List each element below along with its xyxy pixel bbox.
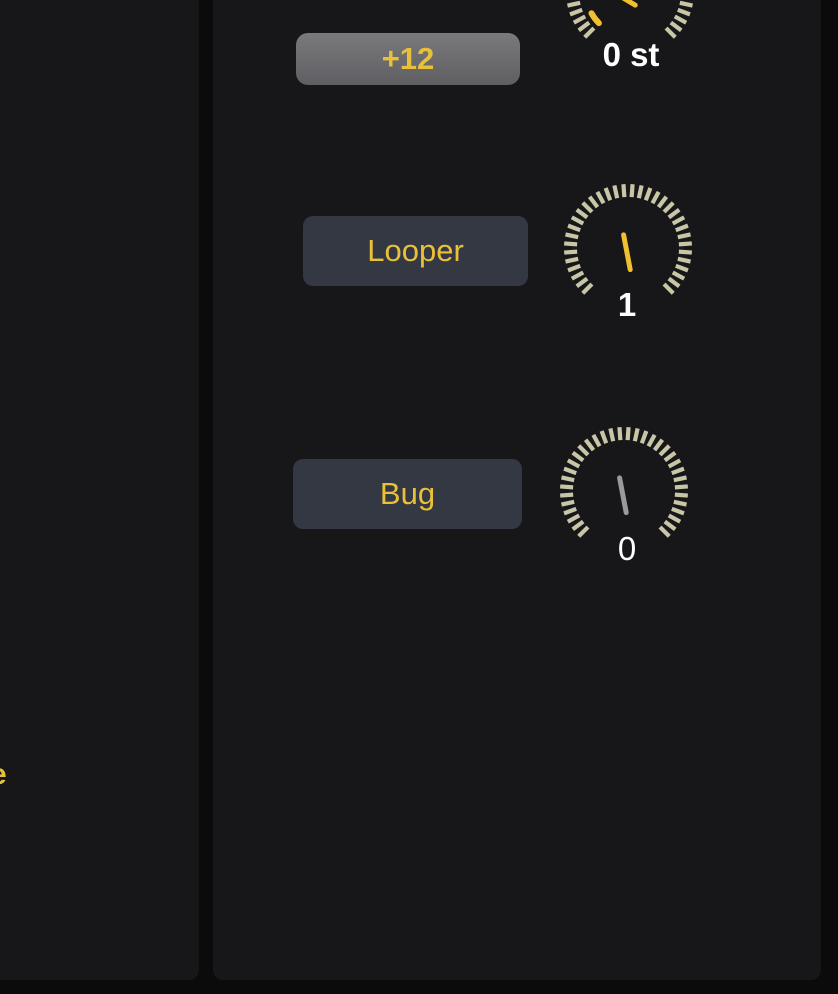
knob-tick <box>671 215 686 226</box>
knob-tick <box>571 450 585 463</box>
knob-tick <box>561 475 575 483</box>
knob-tick <box>679 0 693 8</box>
knob-tick <box>671 506 685 516</box>
knob-tick <box>643 187 653 201</box>
knob-tick <box>569 7 583 17</box>
knob-tick <box>572 14 587 25</box>
knob-tick <box>662 201 675 214</box>
knob-tick <box>673 475 687 483</box>
knob-tick <box>575 207 589 220</box>
knob-tick <box>646 433 657 448</box>
bug-value: 0 <box>617 530 637 567</box>
knob-tick <box>667 207 681 220</box>
looper-value: 1 <box>617 286 637 323</box>
knob-tick <box>612 185 620 199</box>
knob-tick <box>560 484 574 490</box>
knob-tick <box>577 444 590 457</box>
knob-tick <box>678 241 692 247</box>
knob-tick <box>595 190 606 205</box>
knob-tick <box>567 223 581 233</box>
knob-tick <box>673 499 687 507</box>
knob-tick <box>671 466 685 476</box>
knob-tick <box>673 14 688 25</box>
knob-tick <box>669 20 683 33</box>
pitch-value: 0 st <box>602 36 660 73</box>
knob-tick <box>599 430 609 444</box>
knob-tick <box>671 270 686 281</box>
knob-tick <box>667 513 682 524</box>
knob-tick <box>632 428 640 442</box>
knob-tick <box>561 499 575 507</box>
left-panel-label: e <box>0 758 7 792</box>
knob-tick <box>567 263 581 273</box>
knob-tick <box>577 20 591 33</box>
knob-needle <box>617 475 629 516</box>
knob-tick <box>566 458 581 469</box>
knob-tick <box>674 492 688 498</box>
bug-button[interactable]: Bug <box>293 459 522 529</box>
knob-tick <box>571 519 585 532</box>
looper-button[interactable]: Looper <box>303 216 528 286</box>
knob-tick <box>678 249 692 255</box>
knob-value-arc <box>588 10 602 27</box>
knob-tick <box>570 215 585 226</box>
knob-tick <box>587 195 600 209</box>
knob-tick <box>564 241 578 247</box>
knob-tick <box>677 256 691 264</box>
knob-needle <box>621 0 638 8</box>
knob-tick <box>674 484 688 490</box>
knob-tick <box>658 444 671 457</box>
knob-tick <box>629 184 635 198</box>
octave-up-button[interactable]: +12 <box>296 33 520 85</box>
knob-tick <box>625 427 631 441</box>
knob-tick <box>567 0 581 8</box>
knob-tick <box>675 263 689 273</box>
knob-tick <box>560 492 574 498</box>
knob-tick <box>570 270 585 281</box>
knob-tick <box>652 438 665 452</box>
knob-tick <box>639 430 649 444</box>
knob-tick <box>663 450 677 463</box>
knob-tick <box>656 195 669 209</box>
knob-tick <box>583 438 596 452</box>
knob-tick <box>603 187 613 201</box>
knob-tick <box>621 184 627 198</box>
knob-tick <box>563 506 577 516</box>
knob-tick <box>636 185 644 199</box>
knob-tick <box>581 201 594 214</box>
knob-tick <box>565 256 579 264</box>
knob-tick <box>650 190 661 205</box>
knob-tick <box>563 466 577 476</box>
knob-tick <box>675 223 689 233</box>
knob-tick <box>591 433 602 448</box>
knob-tick <box>667 458 682 469</box>
knob-tick <box>565 232 579 240</box>
knob-tick <box>566 513 581 524</box>
knob-needle <box>621 232 633 273</box>
left-panel <box>0 0 199 980</box>
knob-tick <box>663 519 677 532</box>
knob-tick <box>617 427 623 441</box>
knob-tick <box>677 7 691 17</box>
knob-tick <box>677 232 691 240</box>
knob-tick <box>608 428 616 442</box>
knob-tick <box>564 249 578 255</box>
